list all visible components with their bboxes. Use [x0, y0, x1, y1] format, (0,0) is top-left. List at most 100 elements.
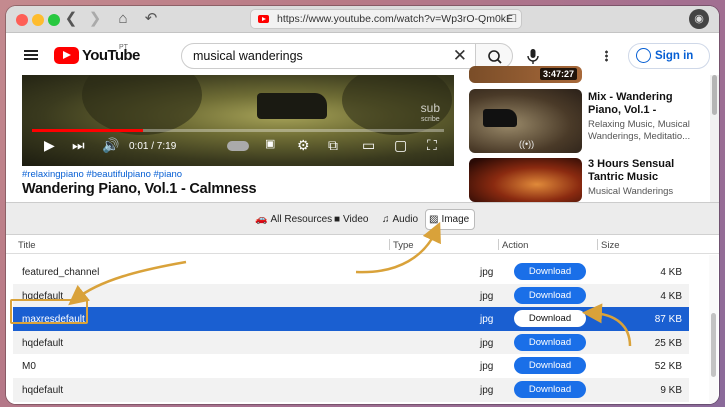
resource-title: featured_channel: [22, 267, 100, 278]
watermark-main: sub: [420, 101, 440, 115]
resource-title: M0: [22, 361, 36, 373]
music-note-icon: ♫: [382, 214, 390, 225]
tab-label: Image: [441, 214, 470, 225]
mix-radio-icon: ((•)): [519, 139, 535, 149]
minimize-window-button[interactable]: [32, 14, 44, 26]
autoplay-toggle[interactable]: [227, 141, 249, 151]
tab-label: Audio: [392, 214, 419, 225]
tab-label: Video: [343, 214, 369, 225]
video-frame-piano: [257, 93, 327, 119]
page-scrollbar-thumb[interactable]: [712, 75, 717, 115]
table-scrollbar-thumb[interactable]: [711, 313, 716, 377]
tab-all-resources[interactable]: 🚗 All Resources: [252, 209, 337, 230]
search-input[interactable]: musical wanderings ✕: [181, 43, 476, 69]
recommendation-channel[interactable]: Relaxing Music, Musical Wanderings, Medi…: [588, 119, 698, 143]
resource-type: jpg: [480, 267, 494, 278]
sign-in-label: Sign in: [655, 50, 694, 62]
recommendation-title[interactable]: 3 Hours Sensual Tantric Music: [588, 158, 698, 184]
back-icon[interactable]: ❮: [62, 10, 80, 28]
column-action[interactable]: Action: [502, 240, 528, 251]
resource-type: jpg: [480, 314, 494, 326]
download-button[interactable]: Download: [514, 310, 586, 328]
youtube-logo-icon[interactable]: [54, 47, 79, 64]
watermark-sub: scribe: [420, 116, 440, 123]
table-row[interactable]: M0 jpg Download 52 KB: [13, 354, 689, 378]
bookmark-icon[interactable]: ☐: [508, 10, 517, 28]
resource-size: 25 KB: [654, 337, 682, 349]
next-icon[interactable]: ⏭: [72, 137, 85, 154]
resource-size: 87 KB: [654, 314, 682, 326]
page-scrollbar[interactable]: [710, 75, 719, 207]
column-size[interactable]: Size: [601, 240, 619, 251]
column-title[interactable]: Title: [18, 240, 36, 251]
resource-type: jpg: [480, 337, 494, 349]
url-text: https://www.youtube.com/watch?v=Wp3rO-Qm…: [277, 13, 514, 25]
fullscreen-icon[interactable]: ⛶: [427, 137, 437, 154]
menu-icon[interactable]: [24, 50, 38, 60]
download-button[interactable]: Download: [514, 333, 586, 351]
piano-thumbnail-shape: [483, 109, 517, 127]
recommendation-title[interactable]: Mix - Wandering Piano, Vol.1 -: [588, 91, 698, 117]
volume-icon[interactable]: 🔊: [102, 137, 119, 154]
miniplayer-icon[interactable]: ⧉: [328, 137, 338, 154]
download-button[interactable]: Download: [514, 381, 586, 398]
sign-in-button[interactable]: Sign in: [628, 43, 710, 69]
youtube-header: YouTube PT musical wanderings ✕ Sign in: [6, 33, 719, 75]
theater-mode-icon[interactable]: ▭: [362, 137, 375, 154]
close-window-button[interactable]: [16, 14, 28, 26]
tab-audio[interactable]: ♫ Audio: [379, 209, 423, 230]
forward-icon[interactable]: ❯: [86, 10, 104, 28]
more-options-icon[interactable]: [605, 50, 608, 62]
resource-tabs: 🚗 All Resources ■ Video ♫ Audio ▨ Image: [6, 203, 719, 235]
browser-window: ❮ ❯ ⌂ ↶ https://www.youtube.com/watch?v=…: [6, 6, 719, 404]
download-button[interactable]: Download: [514, 357, 586, 375]
region-code: PT: [119, 44, 128, 51]
resource-size: 9 KB: [660, 385, 682, 396]
video-camera-icon: ■: [334, 214, 341, 225]
table-row[interactable]: featured_channel jpg Download 4 KB: [13, 260, 689, 284]
highlight-box: [10, 299, 88, 324]
table-row[interactable]: hqdefault jpg Download 25 KB: [13, 330, 689, 355]
extension-icon[interactable]: ◉: [689, 9, 709, 29]
table-row[interactable]: hqdefault jpg Download 4 KB: [13, 283, 689, 308]
recommendation-thumbnail[interactable]: [469, 158, 582, 202]
subtitles-icon[interactable]: ▣: [265, 137, 275, 150]
column-separator: [597, 239, 598, 250]
address-bar[interactable]: https://www.youtube.com/watch?v=Wp3rO-Qm…: [250, 9, 522, 29]
video-time: 0:01 / 7:19: [129, 141, 177, 152]
column-separator: [498, 239, 499, 250]
youtube-logo-text: YouTube: [82, 47, 140, 64]
table-row[interactable]: hqdefault jpg Download 9 KB: [13, 378, 689, 402]
video-duration: 3:47:27: [539, 68, 577, 80]
download-button[interactable]: Download: [514, 286, 586, 304]
clear-search-icon[interactable]: ✕: [453, 44, 467, 68]
table-scrollbar[interactable]: [709, 255, 718, 403]
video-player[interactable]: sub scribe ▶ ⏭ 🔊 0:01 / 7:19 ▣ ⚙ ⧉ ▭ ▢ ⛶: [22, 75, 454, 166]
tab-image[interactable]: ▨ Image: [425, 209, 476, 230]
resource-size: 4 KB: [660, 267, 682, 278]
progress-fill: [32, 129, 144, 132]
search-query: musical wanderings: [193, 49, 303, 63]
resource-panel: 🚗 All Resources ■ Video ♫ Audio ▨ Image …: [6, 202, 719, 404]
recommendation-thumbnail[interactable]: 3:47:27: [469, 66, 582, 83]
car-icon: 🚗: [255, 214, 268, 225]
recommendation-channel[interactable]: Musical Wanderings: [588, 186, 698, 198]
cast-icon[interactable]: ▢: [394, 137, 407, 154]
play-icon[interactable]: ▶: [44, 137, 55, 154]
table-row[interactable]: maxresdefault jpg Download 87 KB: [13, 307, 689, 331]
recommendation-thumbnail[interactable]: ((•)): [469, 89, 582, 153]
tab-video[interactable]: ■ Video: [331, 209, 373, 230]
column-type[interactable]: Type: [393, 240, 414, 251]
home-icon[interactable]: ⌂: [114, 10, 132, 28]
youtube-favicon-icon: [258, 15, 269, 23]
video-tags[interactable]: #relaxingpiano #beautifulpiano #piano: [22, 169, 182, 180]
progress-bar[interactable]: [32, 129, 444, 132]
subscribe-watermark[interactable]: sub scribe: [420, 101, 440, 125]
zoom-window-button[interactable]: [48, 14, 60, 26]
table-header: Title Type Action Size: [6, 235, 719, 254]
user-icon: [636, 48, 651, 63]
download-button[interactable]: Download: [514, 263, 586, 280]
video-frame-decoration: [82, 75, 202, 135]
settings-icon[interactable]: ⚙: [297, 137, 310, 154]
reload-icon[interactable]: ↶: [142, 10, 160, 28]
